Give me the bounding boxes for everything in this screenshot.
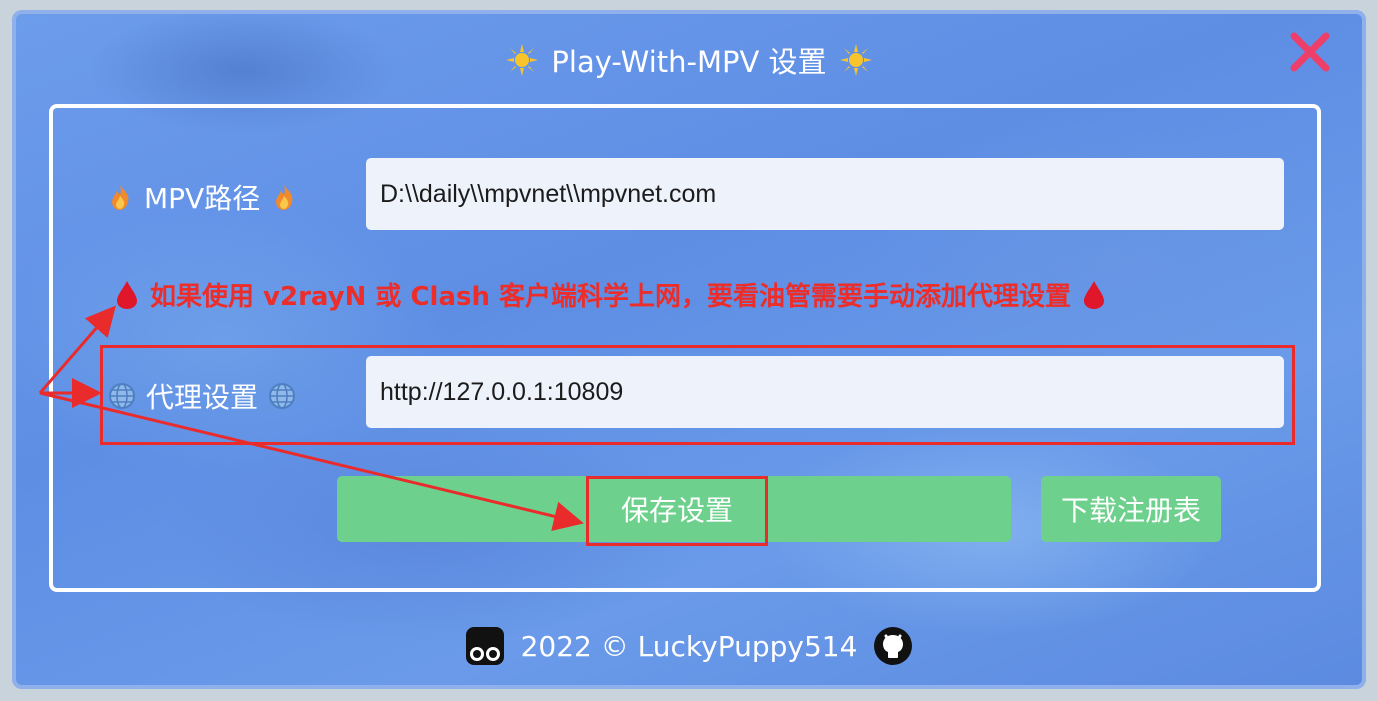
globe-icon [109, 383, 135, 409]
dialog-title-bar: Play-With-MPV 设置 [12, 36, 1366, 84]
settings-dialog: Play-With-MPV 设置 MPV路径 D:\\daily\\mpvnet… [12, 10, 1366, 689]
tampermonkey-icon[interactable] [465, 626, 505, 666]
proxy-notice-text: 如果使用 v2rayN 或 Clash 客户端科学上网，要看油管需要手动添加代理… [150, 282, 1072, 312]
mpv-path-label-group: MPV路径 [106, 177, 298, 217]
proxy-label: 代理设置 [146, 381, 259, 414]
save-button[interactable]: 保存设置 [588, 478, 766, 540]
github-icon[interactable] [873, 626, 913, 666]
fire-icon [276, 185, 293, 210]
close-icon[interactable] [1288, 30, 1332, 74]
footer-copyright: 2022 © LuckyPuppy514 [520, 629, 858, 663]
download-registry-button[interactable]: 下载注册表 [1041, 476, 1221, 542]
sun-icon [839, 44, 872, 76]
mpv-path-label: MPV路径 [144, 182, 261, 215]
sun-icon [506, 44, 539, 76]
proxy-notice: 如果使用 v2rayN 或 Clash 客户端科学上网，要看油管需要手动添加代理… [116, 276, 1266, 313]
dialog-title: Play-With-MPV 设置 [551, 45, 827, 79]
proxy-label-group: 代理设置 [108, 376, 296, 416]
globe-icon [269, 383, 296, 409]
proxy-input[interactable] [366, 356, 1284, 428]
footer: 2022 © LuckyPuppy514 [12, 624, 1366, 668]
mpv-path-input[interactable] [366, 158, 1284, 230]
blood-drop-icon [117, 280, 137, 309]
blood-drop-icon [1084, 280, 1105, 309]
fire-icon [112, 185, 129, 210]
